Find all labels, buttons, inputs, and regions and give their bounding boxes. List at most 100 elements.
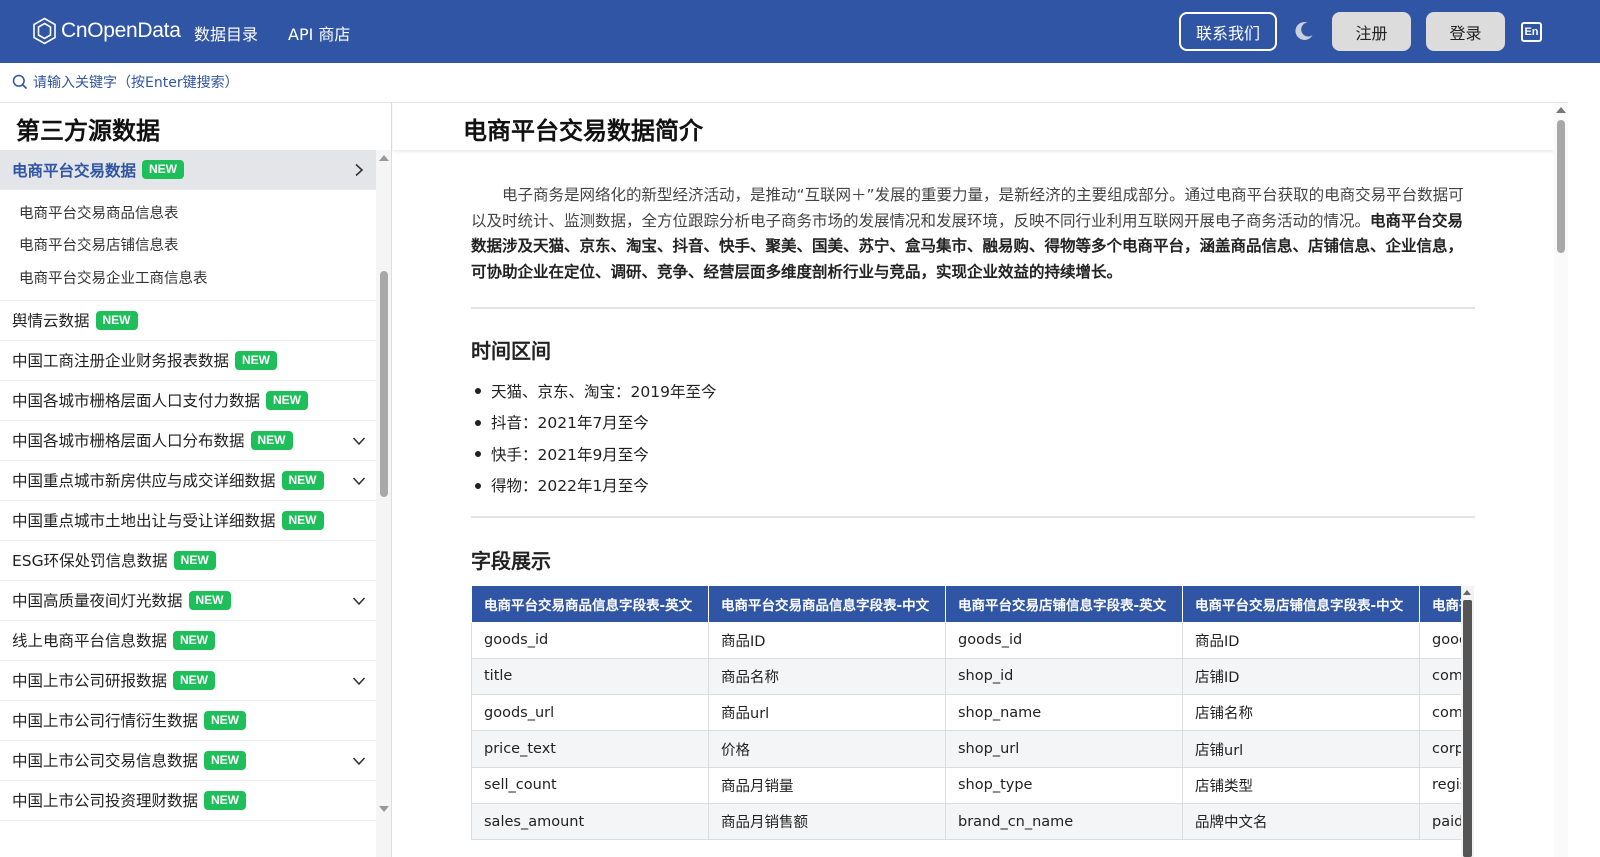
sidebar-item[interactable]: 中国各城市栅格层面人口支付力数据 NEW xyxy=(0,381,376,421)
sidebar-item[interactable]: 中国重点城市新房供应与成交详细数据 NEW xyxy=(0,461,376,501)
chevron-down-icon[interactable] xyxy=(352,674,366,688)
sidebar-item[interactable]: 中国各城市栅格层面人口分布数据 NEW xyxy=(0,421,376,461)
table-cell: 店铺名称 xyxy=(1182,694,1420,732)
divider xyxy=(471,516,1475,518)
table-cell: price_text xyxy=(471,730,709,768)
nav-data-catalog[interactable]: 数据目录 xyxy=(194,21,258,45)
sidebar-item[interactable]: 中国重点城市土地出让与受让详细数据 NEW xyxy=(0,501,376,541)
search-bar xyxy=(0,63,1600,103)
table-cell: goods_id xyxy=(945,621,1183,659)
table-cell: 商品ID xyxy=(708,621,946,659)
scroll-up-arrow-icon[interactable] xyxy=(1463,590,1471,595)
table-cell: 商品ID xyxy=(1182,621,1420,659)
table-cell: 商品月销售额 xyxy=(708,802,946,841)
table-cell: corp_code xyxy=(1419,730,1461,768)
intro-paragraph: 电子商务是网络化的新型经济活动，是推动“互联网＋”发展的重要力量，是新经济的主要… xyxy=(471,183,1475,285)
new-badge: NEW xyxy=(235,350,278,370)
list-item: 天猫、京东、淘宝：2019年至今 xyxy=(474,375,716,407)
list-item: 抖音：2021年7月至今 xyxy=(474,407,716,439)
new-badge: NEW xyxy=(250,430,293,450)
sidebar-title: 第三方源数据 xyxy=(16,117,160,145)
table-cell: goods_id xyxy=(471,621,709,659)
scroll-up-arrow-icon[interactable] xyxy=(379,155,389,161)
table-row: price_text价格shop_url店铺urlcorp_code xyxy=(471,730,1461,768)
table-row: sales_amount商品月销售额brand_cn_name品牌中文名paid… xyxy=(471,802,1461,841)
scroll-up-arrow-icon[interactable] xyxy=(1556,107,1566,113)
new-badge: NEW xyxy=(204,750,247,770)
sidebar-scrollbar[interactable] xyxy=(376,150,391,857)
fields-table: 电商平台交易商品信息字段表-英文 电商平台交易商品信息字段表-中文 电商平台交易… xyxy=(471,586,1461,841)
chevron-down-icon[interactable] xyxy=(352,474,366,488)
page-scrollbar-thumb[interactable] xyxy=(1557,120,1565,253)
scroll-down-arrow-icon[interactable] xyxy=(379,806,389,812)
sidebar-item-label: 中国上市公司交易信息数据 xyxy=(12,752,199,770)
sidebar-item[interactable]: 线上电商平台信息数据 NEW xyxy=(0,621,376,661)
sidebar-item-label: 电商平台交易数据 xyxy=(12,161,137,180)
sidebar-item[interactable]: ESG环保处罚信息数据 NEW xyxy=(0,541,376,581)
sidebar-item-label: ESG环保处罚信息数据 xyxy=(12,552,168,570)
search-input[interactable] xyxy=(33,71,533,95)
table-header: 电商平台交易商品信息字段表-英文 xyxy=(471,586,709,623)
table-header-row: 电商平台交易商品信息字段表-英文 电商平台交易商品信息字段表-中文 电商平台交易… xyxy=(471,586,1461,623)
logo[interactable]: CnOpenData xyxy=(32,16,181,46)
chevron-right-icon[interactable] xyxy=(352,163,366,177)
table-cell: title xyxy=(471,657,709,696)
table-header: 电商平台交易店铺信息字段表-中文 xyxy=(1182,586,1420,623)
table-cell: 商品url xyxy=(708,694,946,732)
sidebar-item-label: 舆情云数据 xyxy=(12,312,90,330)
sidebar-sub-item[interactable]: 电商平台交易企业工商信息表 xyxy=(0,261,376,294)
sidebar-scrollbar-thumb[interactable] xyxy=(380,271,388,497)
sidebar-item-label: 中国上市公司研报数据 xyxy=(12,672,168,690)
new-badge: NEW xyxy=(188,590,231,610)
sidebar-item[interactable]: 中国上市公司研报数据 NEW xyxy=(0,661,376,701)
sidebar-item-ecommerce-trading[interactable]: 电商平台交易数据 NEW xyxy=(0,150,376,190)
sidebar-item-label: 中国上市公司投资理财数据 xyxy=(12,792,199,810)
table-cell: 商品名称 xyxy=(708,657,946,696)
table-row: title商品名称shop_id店铺IDcompany_name xyxy=(471,657,1461,696)
nav-api-store[interactable]: API 商店 xyxy=(288,21,350,45)
contact-us-button[interactable]: 联系我们 xyxy=(1179,12,1277,51)
fields-table-container[interactable]: 电商平台交易商品信息字段表-英文 电商平台交易商品信息字段表-中文 电商平台交易… xyxy=(471,586,1461,857)
sidebar-item[interactable]: 中国工商注册企业财务报表数据 NEW xyxy=(0,341,376,381)
table-cell: goods_url xyxy=(471,694,709,732)
sidebar-sub-item[interactable]: 电商平台交易店铺信息表 xyxy=(0,229,376,262)
login-button[interactable]: 登录 xyxy=(1426,12,1505,51)
chevron-down-icon[interactable] xyxy=(352,594,366,608)
fields-heading: 字段展示 xyxy=(471,549,551,573)
table-row: sell_count商品月销量shop_type店铺类型regis_capita… xyxy=(471,766,1461,804)
list-item: 得物：2022年1月至今 xyxy=(474,470,716,502)
sidebar-item[interactable]: 舆情云数据 NEW xyxy=(0,301,376,341)
sidebar-sub-item[interactable]: 电商平台交易商品信息表 xyxy=(0,196,376,229)
sidebar-item-label: 中国上市公司行情衍生数据 xyxy=(12,712,199,730)
new-badge: NEW xyxy=(281,470,324,490)
time-range-list: 天猫、京东、淘宝：2019年至今 抖音：2021年7月至今 快手：2021年9月… xyxy=(474,375,716,502)
table-cell: 品牌中文名 xyxy=(1182,802,1420,841)
table-cell: shop_type xyxy=(945,766,1183,804)
top-navbar: CnOpenData 数据目录 API 商店 联系我们 注册 登录 En xyxy=(0,0,1600,63)
table-header: 电商平台交易企业工商信息字段表-英文 xyxy=(1419,586,1461,623)
language-switch-icon[interactable]: En xyxy=(1521,22,1542,42)
table-scrollbar-thumb[interactable] xyxy=(1463,600,1472,857)
table-cell: company_name xyxy=(1419,657,1461,696)
sidebar-sub-list: 电商平台交易商品信息表 电商平台交易店铺信息表 电商平台交易企业工商信息表 xyxy=(0,190,376,301)
new-badge: NEW xyxy=(95,310,138,330)
new-badge: NEW xyxy=(281,510,324,530)
dark-mode-moon-icon[interactable] xyxy=(1293,20,1315,42)
sidebar-item-label: 中国各城市栅格层面人口支付力数据 xyxy=(12,392,261,410)
new-badge: NEW xyxy=(173,670,216,690)
sidebar-item[interactable]: 中国上市公司行情衍生数据 NEW xyxy=(0,701,376,741)
chevron-down-icon[interactable] xyxy=(352,754,366,768)
sidebar-item[interactable]: 中国上市公司投资理财数据 NEW xyxy=(0,781,376,821)
chevron-down-icon[interactable] xyxy=(352,434,366,448)
sidebar-item[interactable]: 中国上市公司交易信息数据 NEW xyxy=(0,741,376,781)
table-cell: goods_id xyxy=(1419,621,1461,659)
table-cell: shop_name xyxy=(945,694,1183,732)
sidebar-item[interactable]: 中国高质量夜间灯光数据 NEW xyxy=(0,581,376,621)
right-gutter xyxy=(1568,63,1600,857)
register-button[interactable]: 注册 xyxy=(1332,12,1411,51)
new-badge: NEW xyxy=(173,630,216,650)
logo-text: CnOpenData xyxy=(61,19,181,42)
table-cell: 店铺url xyxy=(1182,730,1420,768)
table-row: goods_url商品urlshop_name店铺名称company_id xyxy=(471,694,1461,732)
sidebar-list: 电商平台交易数据 NEW 电商平台交易商品信息表 电商平台交易店铺信息表 电商平… xyxy=(0,150,376,821)
